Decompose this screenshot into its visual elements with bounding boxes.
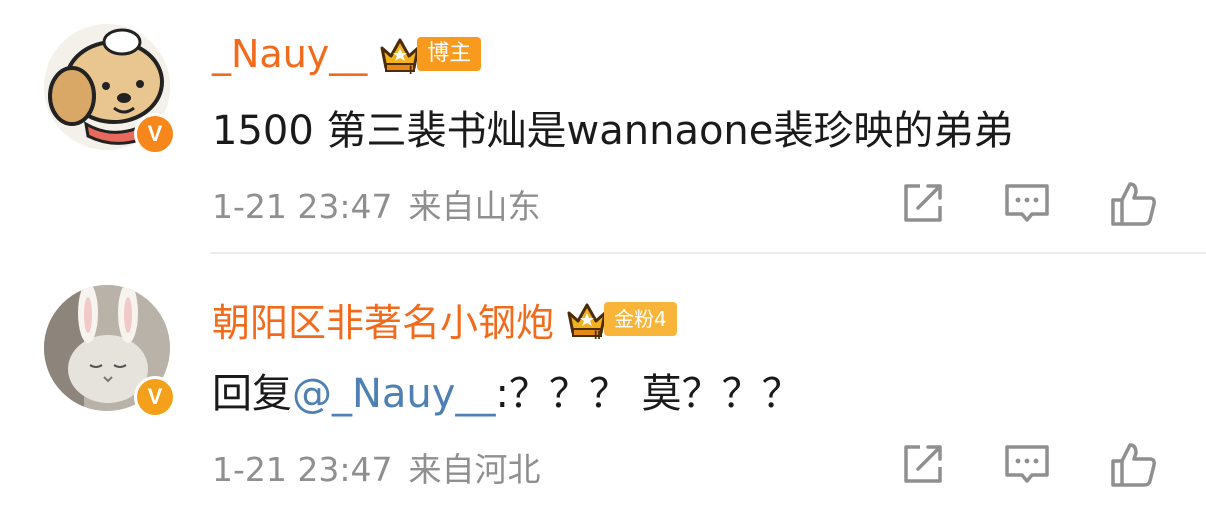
level-text: II bbox=[594, 328, 601, 341]
verified-v-icon: V bbox=[134, 113, 176, 155]
comment-text: 1500 第三裴书灿是wannaone裴珍映的弟弟 bbox=[212, 98, 1013, 156]
comment-item: V _Nauy__ I 博主 1500 第三裴书灿是wannaone裴珍映的弟弟… bbox=[0, 0, 1206, 253]
comment-icon[interactable] bbox=[1002, 439, 1052, 489]
verified-v-icon: V bbox=[134, 376, 176, 418]
comment-icon[interactable] bbox=[1002, 178, 1052, 228]
comment-meta: 1-21 23:47 来自河北 bbox=[212, 443, 541, 491]
comment-body: :？？？ 莫？？？ bbox=[495, 371, 802, 417]
location: 来自河北 bbox=[408, 450, 541, 489]
level-text: I bbox=[409, 63, 412, 76]
like-icon[interactable] bbox=[1108, 439, 1158, 489]
location: 来自山东 bbox=[408, 187, 541, 226]
share-icon[interactable] bbox=[898, 178, 948, 228]
timestamp: 1-21 23:47 bbox=[212, 450, 393, 489]
share-icon[interactable] bbox=[898, 439, 948, 489]
name-row: 朝阳区非著名小钢炮 II 金粉4 bbox=[212, 293, 677, 345]
crown-icon: I bbox=[380, 38, 420, 76]
comment-text: 回复@_Nauy__:？？？ 莫？？？ bbox=[212, 361, 802, 419]
comment-item: V 朝阳区非著名小钢炮 II 金粉4 回复@_Nauy__:？？？ 莫？？？ 1… bbox=[0, 253, 1206, 509]
badge-tag: 金粉4 bbox=[604, 302, 677, 336]
like-icon[interactable] bbox=[1108, 178, 1158, 228]
name-row: _Nauy__ I 博主 bbox=[212, 28, 482, 80]
reply-prefix: 回复 bbox=[212, 371, 292, 417]
username[interactable]: _Nauy__ bbox=[212, 32, 367, 76]
badge-tag: 博主 bbox=[417, 37, 482, 71]
comment-body: 1500 第三裴书灿是wannaone裴珍映的弟弟 bbox=[212, 108, 1014, 154]
mention-link[interactable]: @_Nauy__ bbox=[292, 371, 495, 417]
crown-icon: II bbox=[567, 303, 607, 341]
comment-meta: 1-21 23:47 来自山东 bbox=[212, 180, 541, 228]
timestamp: 1-21 23:47 bbox=[212, 187, 393, 226]
username[interactable]: 朝阳区非著名小钢炮 bbox=[212, 292, 554, 347]
